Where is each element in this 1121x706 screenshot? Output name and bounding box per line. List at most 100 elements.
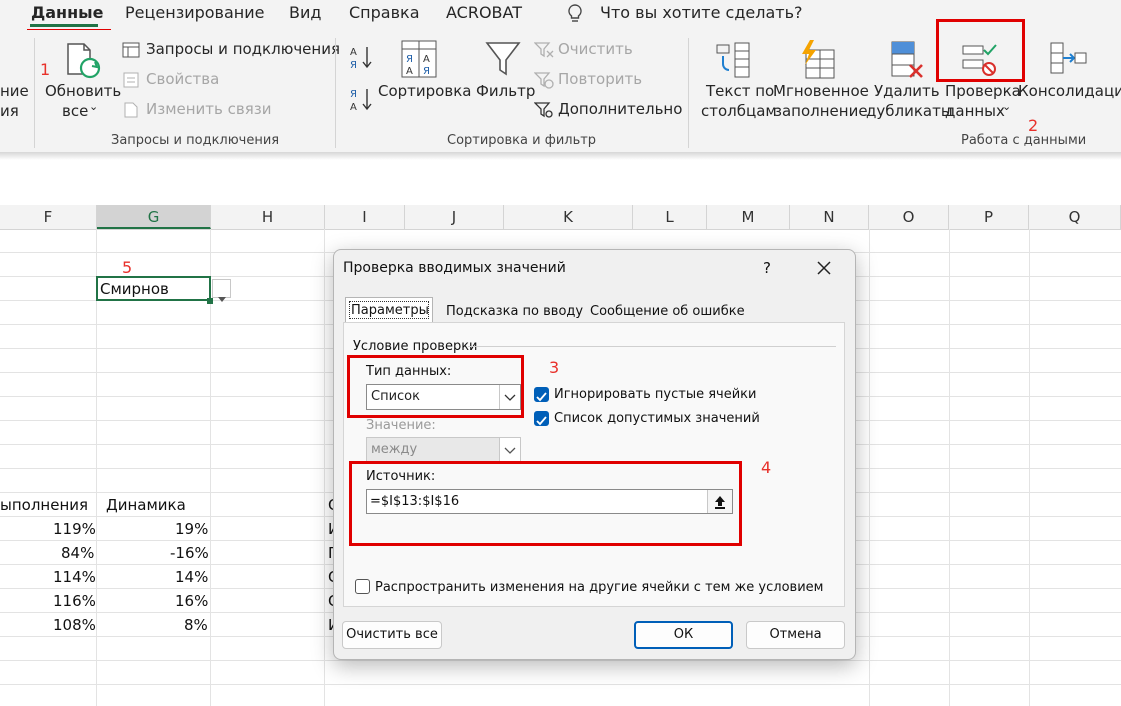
annotation-number: 3	[549, 358, 560, 377]
column-header[interactable]: P	[949, 205, 1029, 229]
ignore-blank-checkbox[interactable]	[534, 387, 549, 402]
value-label: Значение:	[366, 418, 436, 433]
cell-value: 14%	[175, 568, 209, 586]
queries-icon	[122, 42, 140, 62]
ribbon-partial-label: ние	[0, 82, 29, 100]
cell-value: 114%	[53, 568, 96, 586]
advanced-filter-button[interactable]: Дополнительно	[533, 100, 684, 123]
column-header[interactable]: H	[211, 205, 325, 229]
ribbon-shadow	[0, 152, 1121, 160]
group-label-data-tools: Работа с данными	[961, 133, 1087, 148]
cell-header: ыполнения	[0, 496, 89, 514]
tab-view[interactable]: Вид	[289, 3, 321, 22]
column-header[interactable]: L	[633, 205, 707, 229]
ok-button[interactable]: ОК	[634, 621, 733, 649]
section-heading: Условие проверки	[353, 339, 478, 354]
cell-value: 8%	[184, 616, 208, 634]
sort-dialog-icon: ЯААЯ	[401, 40, 437, 82]
properties-label: Свойства	[146, 70, 220, 88]
tab-data[interactable]: Данные	[31, 3, 103, 22]
chevron-down-icon	[499, 438, 520, 462]
fill-handle[interactable]	[207, 298, 213, 304]
annotation-number: 4	[761, 458, 772, 477]
consolidate-button[interactable]: Консолидация	[1018, 38, 1121, 122]
tab-error-alert[interactable]: Сообщение об ошибке	[580, 300, 745, 323]
highlight-box	[936, 19, 1025, 82]
column-header[interactable]: N	[790, 205, 869, 229]
ignore-blank-label: Игнорировать пустые ячейки	[554, 387, 757, 402]
edit-links-button: Изменить связи	[122, 100, 322, 122]
data-validation-dialog: Проверка вводимых значений ? Параметры П…	[333, 249, 856, 660]
queries-label: Запросы и подключения	[146, 40, 340, 58]
group-label-sort: Сортировка и фильтр	[447, 133, 597, 148]
column-header[interactable]: I	[325, 205, 405, 229]
group-label-queries: Запросы и подключения	[111, 133, 280, 148]
chevron-down-icon: ⌄	[89, 100, 99, 113]
sort-az-button[interactable]: АЯ	[348, 44, 376, 71]
refresh-icon	[64, 40, 104, 84]
chevron-down-icon: ⌄	[1002, 100, 1012, 113]
active-tab-indicator	[30, 24, 98, 27]
help-button[interactable]: ?	[763, 259, 771, 277]
tab-error-alert-label: Сообщение об ошибке	[590, 304, 745, 319]
cell-value: 84%	[61, 544, 95, 562]
svg-text:Я: Я	[350, 60, 357, 70]
annotation-number: 5	[122, 258, 133, 277]
cell-header: Динамика	[106, 496, 186, 514]
sort-za-button[interactable]: ЯА	[348, 86, 376, 113]
gridline	[0, 660, 1121, 661]
cell-value: 119%	[53, 520, 96, 538]
column-header[interactable]: F	[0, 205, 97, 229]
tab-input-message[interactable]: Подсказка по вводу	[436, 300, 583, 323]
in-cell-dropdown-checkbox[interactable]	[534, 411, 549, 426]
tab-help[interactable]: Справка	[349, 3, 420, 22]
consolidate-label: Консолидация	[1018, 82, 1121, 100]
svg-text:А: А	[350, 102, 357, 112]
clear-filter-label: Очистить	[558, 40, 633, 58]
column-header[interactable]: J	[405, 205, 504, 229]
value-select-value: между	[371, 442, 418, 457]
filter-button[interactable]: Фильтр	[474, 38, 535, 122]
cell-value: 19%	[175, 520, 209, 538]
apply-all-checkbox[interactable]	[355, 579, 370, 594]
tab-review[interactable]: Рецензирование	[125, 3, 264, 22]
close-icon[interactable]	[816, 260, 832, 280]
clear-filter-icon	[533, 41, 554, 63]
clear-all-button[interactable]: Очистить все	[342, 621, 442, 649]
sort-button[interactable]: ЯААЯ Сортировка	[377, 38, 471, 122]
remove-duplicates-label: Удалить	[874, 82, 940, 100]
cell-dropdown-button[interactable]	[212, 279, 231, 302]
flash-fill-button[interactable]: Мгновенное заполнение	[772, 38, 869, 122]
text-to-columns-button[interactable]: Текст по столбцам	[700, 38, 777, 122]
refresh-all-button[interactable]: Обновить все ⌄	[40, 38, 122, 122]
text-to-columns-label: Текст по	[706, 82, 775, 100]
formula-bar-area	[0, 160, 1121, 207]
column-header[interactable]: G	[97, 205, 211, 229]
tell-me-search[interactable]: Что вы хотите сделать?	[600, 3, 803, 22]
annotation-number: 2	[1028, 116, 1039, 135]
ribbon-partial-label: ия	[0, 102, 19, 120]
cell-value: 16%	[175, 592, 209, 610]
column-header[interactable]: O	[869, 205, 949, 229]
cell-value: -16%	[170, 544, 209, 562]
column-header[interactable]: M	[707, 205, 790, 229]
cancel-button[interactable]: Отмена	[746, 621, 845, 649]
column-header[interactable]: Q	[1029, 205, 1121, 229]
filter-icon	[485, 40, 521, 82]
gridline	[0, 684, 1121, 685]
svg-text:А: А	[406, 66, 413, 77]
queries-connections-button[interactable]: Запросы и подключения	[122, 40, 340, 62]
tab-settings[interactable]: Параметры	[345, 297, 433, 323]
group-separator	[34, 38, 35, 148]
flash-fill-label-2: заполнение	[774, 102, 868, 120]
remove-duplicates-button[interactable]: Удалить дубликаты	[864, 38, 953, 122]
edit-links-label: Изменить связи	[146, 100, 272, 118]
tab-acrobat[interactable]: ACROBAT	[446, 3, 522, 22]
reapply-label: Повторить	[558, 70, 643, 88]
column-header[interactable]: K	[504, 205, 633, 229]
selected-cell[interactable]: Смирнов	[96, 276, 211, 301]
sort-label: Сортировка	[378, 82, 472, 100]
advanced-filter-icon	[533, 101, 554, 123]
advanced-filter-label: Дополнительно	[558, 100, 683, 118]
value-select: между	[366, 437, 521, 463]
